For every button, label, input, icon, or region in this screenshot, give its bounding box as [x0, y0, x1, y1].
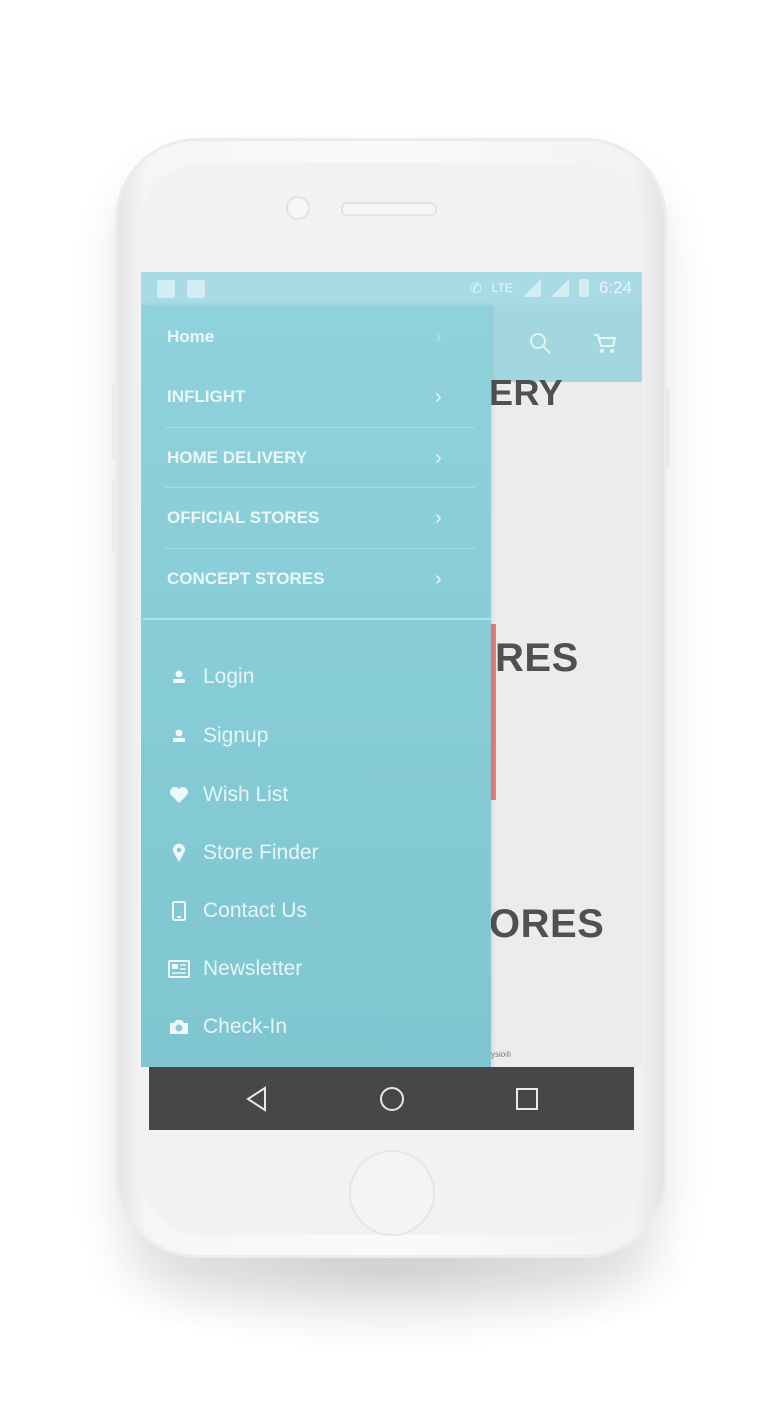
drawer-link-label: Store Finder — [203, 841, 319, 864]
drawer-item-label: CONCEPT STORES — [167, 569, 325, 588]
drawer-item-label: Home — [167, 327, 215, 346]
notification-icon — [157, 280, 175, 298]
back-icon[interactable] — [241, 1083, 273, 1115]
status-bar: ✆ LTE 6:24 — [141, 272, 642, 305]
heart-icon — [167, 783, 191, 807]
image-notification-icon — [187, 280, 205, 298]
drawer-item-inflight[interactable]: INFLIGHT › — [167, 367, 473, 427]
drawer-link-label: Signup — [203, 724, 269, 747]
signal-icon — [522, 279, 541, 297]
drawer-link-wish-list[interactable]: Wish List — [167, 775, 288, 815]
phone-screen: ✆ LTE 6:24 ERY RES ORES ysio® Home › INF… — [141, 272, 642, 1067]
home-icon[interactable] — [376, 1083, 408, 1115]
background-credit: ysio® — [491, 1050, 512, 1059]
chevron-right-icon: › — [435, 325, 442, 348]
chevron-right-icon: › — [435, 446, 442, 469]
camera-icon — [167, 1015, 191, 1039]
volume-down-button — [112, 478, 117, 553]
chevron-right-icon: › — [435, 506, 442, 529]
drawer-item-label: HOME DELIVERY — [167, 448, 308, 467]
drawer-link-label: Check-In — [203, 1015, 288, 1038]
drawer-link-login[interactable]: Login — [167, 657, 254, 697]
background-heading-2: RES — [495, 636, 579, 680]
clock: 6:24 — [598, 278, 632, 297]
drawer-item-label: INFLIGHT — [167, 387, 246, 406]
drawer-link-signup[interactable]: Signup — [167, 716, 268, 756]
signal-icon-2 — [550, 279, 569, 297]
drawer-item-label: OFFICIAL STORES — [167, 508, 320, 527]
user-icon — [167, 665, 191, 689]
navigation-drawer: Home › INFLIGHT › HOME DELIVERY › OFFICI… — [141, 305, 491, 1067]
newspaper-icon — [167, 957, 191, 981]
search-icon[interactable] — [529, 332, 551, 354]
front-camera — [286, 196, 310, 220]
drawer-item-home-delivery[interactable]: HOME DELIVERY › — [167, 428, 473, 488]
battery-icon — [578, 279, 589, 297]
background-heading-3: ORES — [489, 902, 605, 946]
drawer-item-home[interactable]: Home › — [167, 307, 473, 367]
drawer-item-concept-stores[interactable]: CONCEPT STORES › — [167, 549, 473, 609]
chevron-right-icon: › — [435, 385, 442, 408]
network-type: LTE — [491, 281, 513, 295]
user-icon — [167, 724, 191, 748]
drawer-item-official-stores[interactable]: OFFICIAL STORES › — [167, 488, 473, 548]
android-nav-bar — [149, 1067, 634, 1130]
recents-icon[interactable] — [511, 1083, 543, 1115]
background-heading-1: ERY — [489, 372, 564, 413]
drawer-link-label: Contact Us — [203, 899, 307, 922]
power-button — [665, 388, 670, 468]
map-pin-icon — [167, 841, 191, 865]
phone-icon — [167, 899, 191, 923]
drawer-link-label: Newsletter — [203, 957, 303, 980]
section-divider — [143, 618, 491, 620]
physical-home-button — [349, 1150, 435, 1236]
earpiece-speaker — [341, 202, 437, 216]
drawer-link-contact-us[interactable]: Contact Us — [167, 891, 307, 931]
cart-icon[interactable] — [593, 332, 617, 354]
volume-up-button — [112, 385, 117, 460]
call-icon: ✆ — [470, 279, 482, 296]
chevron-right-icon: › — [435, 567, 442, 590]
drawer-link-label: Login — [203, 665, 255, 688]
drawer-link-label: Wish List — [203, 783, 289, 806]
drawer-link-newsletter[interactable]: Newsletter — [167, 949, 302, 989]
drawer-link-check-in[interactable]: Check-In — [167, 1007, 287, 1047]
drawer-link-store-finder[interactable]: Store Finder — [167, 833, 319, 873]
